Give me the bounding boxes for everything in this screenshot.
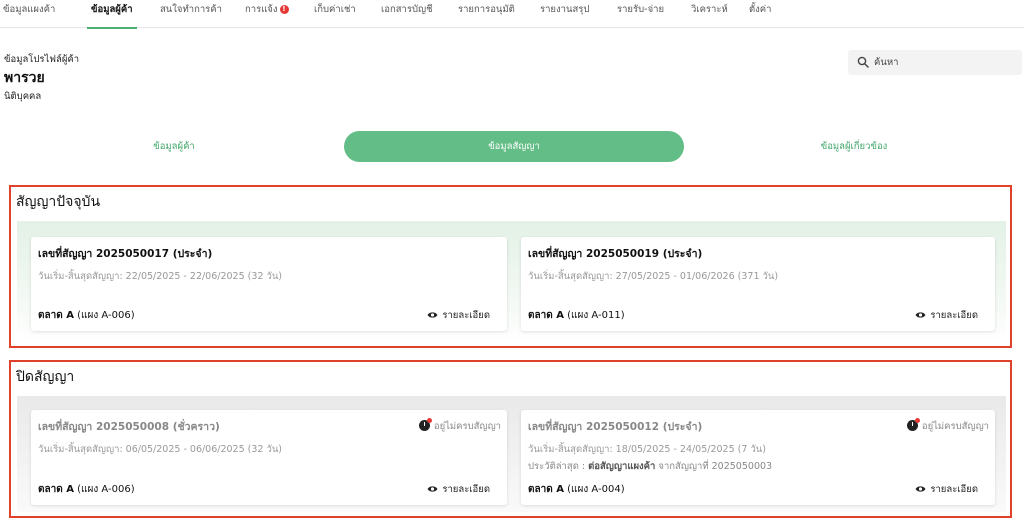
details-label: รายละเอียด [930, 484, 978, 495]
contract-number: เลขที่สัญญา 2025050017 (ประจำ) [38, 248, 213, 260]
details-button[interactable]: รายละเอียด [915, 482, 978, 497]
top-nav: ข้อมูลแผงค้า ข้อมูลผู้ค้า สนใจทำการค้า ก… [0, 0, 1024, 29]
history-reference: จากสัญญาที่ 2025050003 [658, 461, 773, 472]
tab-income-expense[interactable]: รายรับ-จ่าย [617, 2, 664, 29]
search-input[interactable] [874, 54, 1014, 71]
current-contracts-section: สัญญาปัจจุบัน เลขที่สัญญา 2025050017 (ปร… [9, 185, 1012, 348]
history-label: ประวัติล่าสุด : [528, 461, 586, 472]
contract-card[interactable]: เลขที่สัญญา 2025050019 (ประจำ) วันเริ่ม-… [521, 237, 995, 331]
search-box [848, 50, 1022, 75]
details-label: รายละเอียด [442, 484, 490, 495]
contract-number: เลขที่สัญญา 2025050019 (ประจำ) [528, 248, 703, 260]
contract-dates: วันเริ่ม-สิ้นสุดสัญญา: 06/05/2025 - 06/0… [38, 444, 283, 455]
eye-icon [427, 312, 438, 318]
tab-summary-report[interactable]: รายงานสรุป [540, 2, 589, 29]
vendor-type: นิติบุคคล [4, 91, 42, 102]
contract-location: ตลาด A (แผง A-006) [38, 482, 135, 497]
details-button[interactable]: รายละเอียด [915, 308, 978, 323]
details-label: รายละเอียด [442, 310, 490, 321]
details-button[interactable]: รายละเอียด [427, 482, 490, 497]
segment-vendor-info[interactable]: ข้อมูลผู้ค้า [4, 131, 344, 162]
contract-card[interactable]: เลขที่สัญญา 2025050017 (ประจำ) วันเริ่ม-… [31, 237, 507, 331]
contract-card[interactable]: เลขที่สัญญา 2025050008 (ชั่วคราว) อยู่ไม… [31, 410, 507, 505]
profile-caption: ข้อมูลโปรไฟล์ผู้ค้า [4, 54, 80, 65]
market-name: ตลาด A [38, 310, 74, 321]
notification-badge: ! [279, 5, 289, 14]
tab-vendor-info[interactable]: ข้อมูลผู้ค้า [87, 2, 137, 29]
current-contracts-title: สัญญาปัจจุบัน [16, 194, 101, 210]
stall-code: (แผง A-006) [77, 310, 135, 321]
tab-interested-trade[interactable]: สนใจทำการค้า [160, 2, 222, 29]
market-name: ตลาด A [528, 310, 564, 321]
contract-location: ตลาด A (แผง A-004) [528, 482, 625, 497]
eye-icon [915, 312, 926, 318]
segment-contract-info[interactable]: ข้อมูลสัญญา [344, 131, 684, 162]
tab-notifications-label: การแจ้ง [245, 4, 278, 15]
search-icon [857, 56, 869, 68]
stall-code: (แผง A-006) [77, 484, 135, 495]
contract-card[interactable]: เลขที่สัญญา 2025050012 (ประจำ) อยู่ไม่คร… [521, 410, 995, 505]
contract-dates: วันเริ่ม-สิ้นสุดสัญญา: 27/05/2025 - 01/0… [528, 271, 779, 282]
tab-notifications[interactable]: การแจ้ง! [245, 2, 289, 29]
contract-location: ตลาด A (แผง A-006) [38, 308, 135, 323]
market-name: ตลาด A [38, 484, 74, 495]
closed-contracts-section: ปิดสัญญา เลขที่สัญญา 2025050008 (ชั่วครา… [9, 360, 1012, 518]
vendor-name: พารวย [4, 70, 45, 86]
status-label: อยู่ไม่ครบสัญญา [921, 421, 989, 432]
tab-analysis[interactable]: วิเคราะห์ [691, 2, 728, 29]
contract-status: อยู่ไม่ครบสัญญา [906, 418, 989, 434]
clock-alert-icon [418, 418, 432, 431]
details-label: รายละเอียด [930, 310, 978, 321]
eye-icon [427, 486, 438, 492]
contract-number: เลขที่สัญญา 2025050012 (ประจำ) [528, 421, 703, 433]
tab-approvals[interactable]: รายการอนุมัติ [458, 2, 515, 29]
clock-alert-icon [906, 418, 920, 431]
market-name: ตลาด A [528, 484, 564, 495]
tab-stall-info[interactable]: ข้อมูลแผงค้า [3, 2, 55, 29]
contract-dates: วันเริ่ม-สิ้นสุดสัญญา: 18/05/2025 - 24/0… [528, 444, 766, 455]
contract-status: อยู่ไม่ครบสัญญา [418, 418, 501, 434]
closed-contracts-title: ปิดสัญญา [16, 369, 75, 385]
tab-accounting-docs[interactable]: เอกสารบัญชี [381, 2, 433, 29]
history-action: ต่อสัญญาแผงค้า [588, 461, 656, 472]
segment-related-persons[interactable]: ข้อมูลผู้เกี่ยวข้อง [684, 131, 1024, 162]
stall-code: (แผง A-011) [567, 310, 625, 321]
contract-number: เลขที่สัญญา 2025050008 (ชั่วคราว) [38, 421, 220, 433]
contract-location: ตลาด A (แผง A-011) [528, 308, 625, 323]
eye-icon [915, 486, 926, 492]
tab-rent-collection[interactable]: เก็บค่าเช่า [314, 2, 356, 29]
tab-settings[interactable]: ตั้งค่า [749, 2, 772, 29]
details-button[interactable]: รายละเอียด [427, 308, 490, 323]
status-label: อยู่ไม่ครบสัญญา [433, 421, 501, 432]
contract-dates: วันเริ่ม-สิ้นสุดสัญญา: 22/05/2025 - 22/0… [38, 271, 283, 282]
contract-history: ประวัติล่าสุด : ต่อสัญญาแผงค้า จากสัญญาท… [528, 459, 772, 474]
stall-code: (แผง A-004) [567, 484, 625, 495]
